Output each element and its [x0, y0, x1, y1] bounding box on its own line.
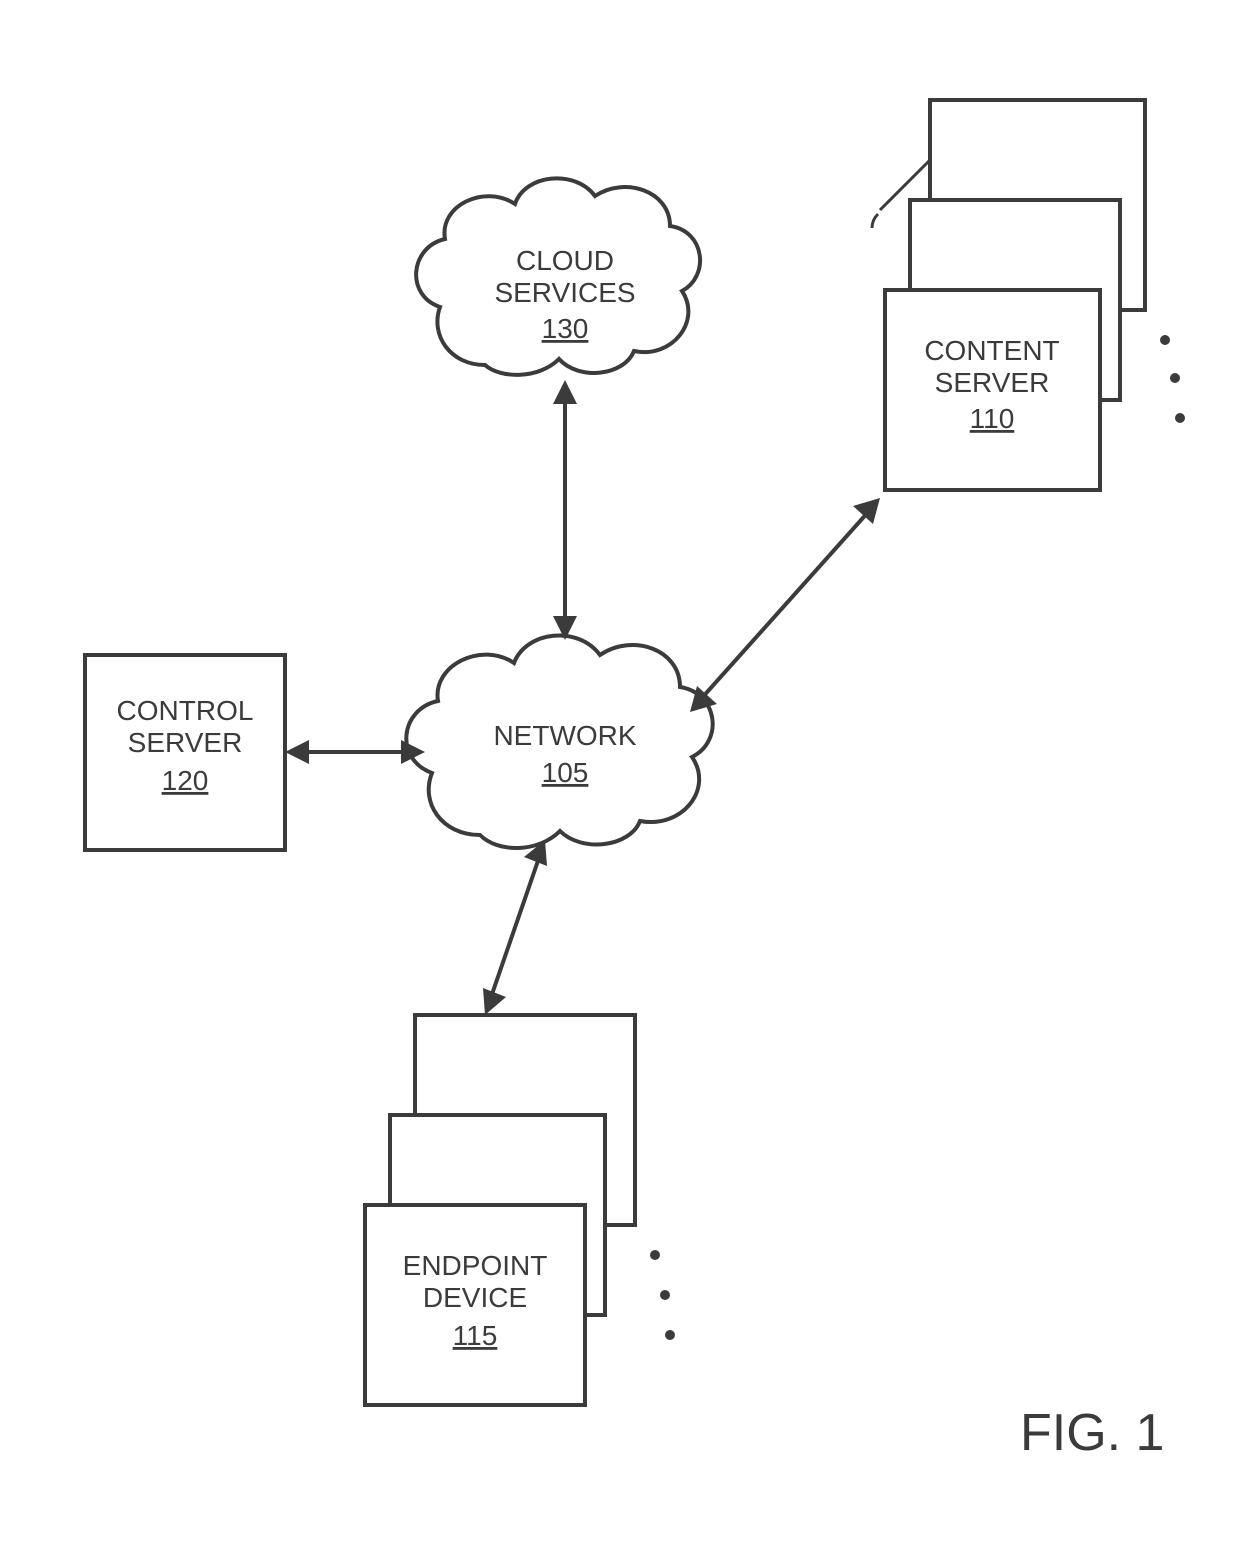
conn-network-endpoint [483, 840, 547, 1015]
diagram-canvas: 100 CLOUD SERVICES 130 NETWORK 105 CONTR… [0, 0, 1240, 1555]
cloud-services-num: 130 [542, 313, 589, 344]
conn-controlserver-network [285, 740, 425, 764]
endpoint-device-node: ENDPOINT DEVICE 115 [365, 1015, 675, 1405]
content-server-node: CONTENT SERVER 110 [885, 100, 1185, 490]
cloud-services-node: CLOUD SERVICES 130 [416, 178, 700, 375]
content-server-label-2: SERVER [935, 367, 1050, 398]
control-server-label-2: SERVER [128, 727, 243, 758]
control-server-num: 120 [162, 765, 209, 796]
ref-100-leader-tip [872, 214, 878, 228]
cloud-services-label-1: CLOUD [516, 245, 614, 276]
endpoint-device-label-1: ENDPOINT [403, 1250, 548, 1281]
network-label: NETWORK [493, 720, 636, 751]
conn-cloudservices-network [553, 380, 577, 640]
endpoint-device-label-2: DEVICE [423, 1282, 527, 1313]
control-server-label-1: CONTROL [117, 695, 254, 726]
content-server-label-1: CONTENT [924, 335, 1059, 366]
network-node: NETWORK 105 [406, 635, 712, 848]
content-server-num: 110 [970, 403, 1015, 434]
control-server-node: CONTROL SERVER 120 [85, 655, 285, 850]
endpoint-device-num: 115 [453, 1320, 498, 1351]
cloud-services-label-2: SERVICES [494, 277, 635, 308]
figure-label: FIG. 1 [1020, 1404, 1164, 1462]
network-num: 105 [542, 757, 589, 788]
conn-network-contentserver [690, 498, 880, 712]
